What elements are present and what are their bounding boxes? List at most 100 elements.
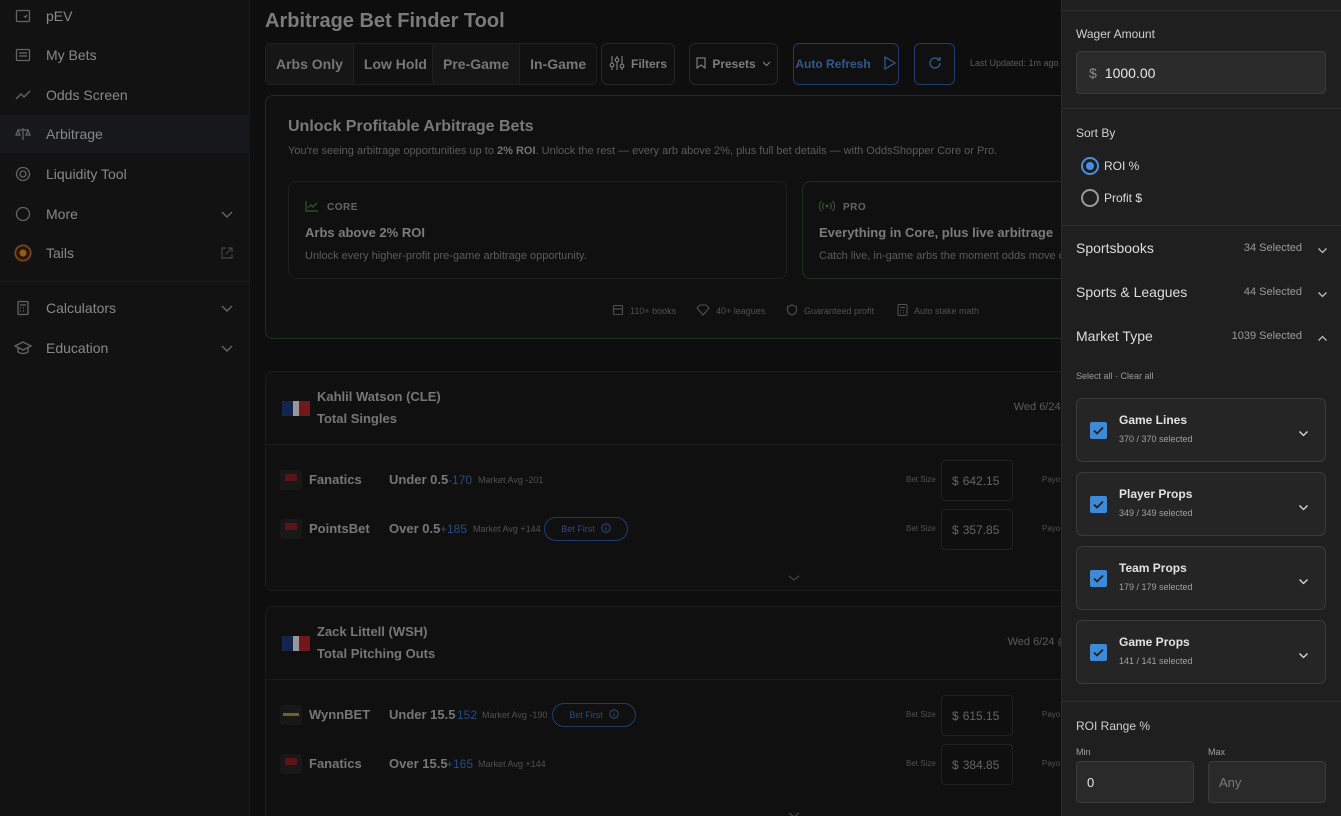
roi-min-label: Min <box>1076 747 1091 757</box>
bet-size-label: Bet Size <box>906 524 936 533</box>
arbs-only-button[interactable]: Arbs Only <box>266 44 353 84</box>
feature-label: 110+ books <box>630 306 677 316</box>
wager-input[interactable]: $ 1000.00 <box>1076 51 1326 94</box>
receipt-icon <box>14 46 32 64</box>
tails-logo-icon <box>14 244 32 262</box>
select-all-link[interactable]: Select all <box>1076 371 1113 381</box>
promo-title: Unlock Profitable Arbitrage Bets <box>288 118 534 135</box>
scale-icon <box>14 125 32 143</box>
market-group-player-props[interactable]: Player Props 349 / 349 selected <box>1076 472 1326 536</box>
feature-label: Guaranteed profit <box>804 306 875 316</box>
market-group-team-props[interactable]: Team Props 179 / 179 selected <box>1076 546 1326 610</box>
market-group-name: Team Props <box>1119 561 1187 575</box>
bet-odds: +185 <box>440 522 468 536</box>
sportsbook-name: WynnBET <box>309 707 371 722</box>
bet-size-value: 642.15 <box>962 473 1000 488</box>
sportsbook-name: PointsBet <box>309 521 370 536</box>
sidebar-item-more[interactable]: More <box>0 195 250 233</box>
promo-sub-bold: 2% ROI <box>497 145 536 157</box>
bet-line: Under 0.5 <box>389 472 449 487</box>
bet-leg: WynnBET Under 15.5 -152 Market Avg -190 … <box>266 695 1061 736</box>
market-group-game-lines[interactable]: Game Lines 370 / 370 selected <box>1076 398 1326 462</box>
sort-profit-radio[interactable] <box>1081 189 1099 207</box>
sidebar: pEV My Bets Odds Screen Arbitrage Liquid… <box>0 0 250 816</box>
bet-leg: Fanatics Over 15.5 +165 Market Avg +144 … <box>266 744 1061 785</box>
bet-line: Over 15.5 <box>389 756 448 771</box>
roi-min-input[interactable]: 0 <box>1076 761 1194 803</box>
checkbox-checked[interactable] <box>1090 644 1107 661</box>
sidebar-item-odds-screen[interactable]: Odds Screen <box>0 76 250 114</box>
bet-first-badge[interactable]: Bet First <box>552 703 636 727</box>
mlb-logo-icon <box>282 636 310 651</box>
bet-first-badge[interactable]: Bet First <box>544 517 628 541</box>
sidebar-item-my-bets[interactable]: My Bets <box>0 36 250 74</box>
checkbox-checked[interactable] <box>1090 570 1107 587</box>
promo-subtitle: You're seeing arbitrage opportunities up… <box>288 145 997 157</box>
play-icon <box>883 55 897 74</box>
bet-size-input[interactable]: $357.85 <box>941 509 1013 550</box>
sidebar-item-liquidity-tool[interactable]: Liquidity Tool <box>0 155 250 193</box>
pro-plan-card[interactable]: PRO Everything in Core, plus live arbitr… <box>802 181 1061 279</box>
market-type-filter[interactable]: Market Type 1039 Selected <box>1076 328 1328 348</box>
bet-size-input[interactable]: $384.85 <box>941 744 1013 785</box>
diamond-icon <box>696 304 710 318</box>
filters-button[interactable]: Filters <box>601 43 675 85</box>
checkbox-checked[interactable] <box>1090 422 1107 439</box>
filter-count: 34 Selected <box>1243 242 1302 254</box>
sidebar-item-arbitrage[interactable]: Arbitrage <box>0 115 250 153</box>
refresh-button[interactable] <box>914 43 955 85</box>
auto-refresh-button[interactable]: Auto Refresh <box>793 43 899 85</box>
sidebar-item-label: My Bets <box>46 47 97 63</box>
core-title: Arbs above 2% ROI <box>305 225 425 240</box>
core-plan-card[interactable]: CORE Arbs above 2% ROI Unlock every high… <box>288 181 787 279</box>
in-game-button[interactable]: In-Game <box>519 44 596 84</box>
external-link-icon <box>220 246 234 263</box>
roi-max-input[interactable]: Any <box>1208 761 1326 803</box>
bet-line: Under 15.5 <box>389 707 456 722</box>
sidebar-item-calculators[interactable]: Calculators <box>0 289 250 327</box>
market-group-name: Game Lines <box>1119 413 1188 427</box>
currency-symbol: $ <box>952 522 959 537</box>
pre-game-button[interactable]: Pre-Game <box>433 44 520 84</box>
sort-roi-radio[interactable] <box>1081 157 1099 175</box>
filter-name: Market Type <box>1076 328 1153 344</box>
filter-panel: Wager Amount $ 1000.00 Sort By ROI % Pro… <box>1061 0 1341 816</box>
calculator-icon <box>897 303 908 318</box>
market-group-name: Game Props <box>1119 635 1190 649</box>
payout-label: Payo <box>1042 475 1061 484</box>
pro-desc: Catch live, in-game arbs the moment odds… <box>819 250 1061 262</box>
checkbox-checked[interactable] <box>1090 496 1107 513</box>
sidebar-item-pev[interactable]: pEV <box>0 0 250 35</box>
arb-card: Zack Littell (WSH) Total Pitching Outs W… <box>265 606 1061 816</box>
bet-size-input[interactable]: $615.15 <box>941 695 1013 736</box>
sidebar-item-tails[interactable]: Tails <box>0 234 250 272</box>
promo-sub-pre: You're seeing arbitrage opportunities up… <box>288 145 498 157</box>
sports-leagues-filter[interactable]: Sports & Leagues 44 Selected <box>1076 284 1328 304</box>
bet-size-input[interactable]: $642.15 <box>941 460 1013 501</box>
star-chart-icon <box>14 7 32 25</box>
expand-chevron-icon[interactable] <box>788 807 800 816</box>
panel-divider <box>1062 10 1341 11</box>
bet-size-label: Bet Size <box>906 475 936 484</box>
sportsbooks-filter[interactable]: Sportsbooks 34 Selected <box>1076 240 1328 260</box>
filter-name: Sports & Leagues <box>1076 284 1188 300</box>
calculator-icon <box>14 299 32 317</box>
sidebar-item-label: Arbitrage <box>46 126 103 142</box>
main-content: Arbitrage Bet Finder Tool Arbs Only Low … <box>251 0 1061 816</box>
last-updated: Last Updated: 1m ago <box>970 58 1059 68</box>
market-group-game-props[interactable]: Game Props 141 / 141 selected <box>1076 620 1326 684</box>
core-tag: CORE <box>305 200 358 215</box>
market-group-name: Player Props <box>1119 487 1193 501</box>
presets-dropdown[interactable]: Presets <box>689 43 778 85</box>
sidebar-item-education[interactable]: Education <box>0 329 250 367</box>
roi-max-label: Max <box>1208 747 1226 757</box>
chevron-down-icon <box>1317 243 1328 261</box>
sidebar-divider <box>0 281 250 282</box>
arb-card-header: Kahlil Watson (CLE) Total Singles Wed 6/… <box>266 372 1061 445</box>
clear-all-link[interactable]: Clear all <box>1121 371 1154 381</box>
sidebar-item-label: More <box>46 206 78 222</box>
sidebar-item-label: Tails <box>46 245 75 261</box>
expand-chevron-icon[interactable] <box>788 570 800 588</box>
low-hold-button[interactable]: Low Hold <box>352 44 437 84</box>
sort-option-label: ROI % <box>1104 159 1140 173</box>
